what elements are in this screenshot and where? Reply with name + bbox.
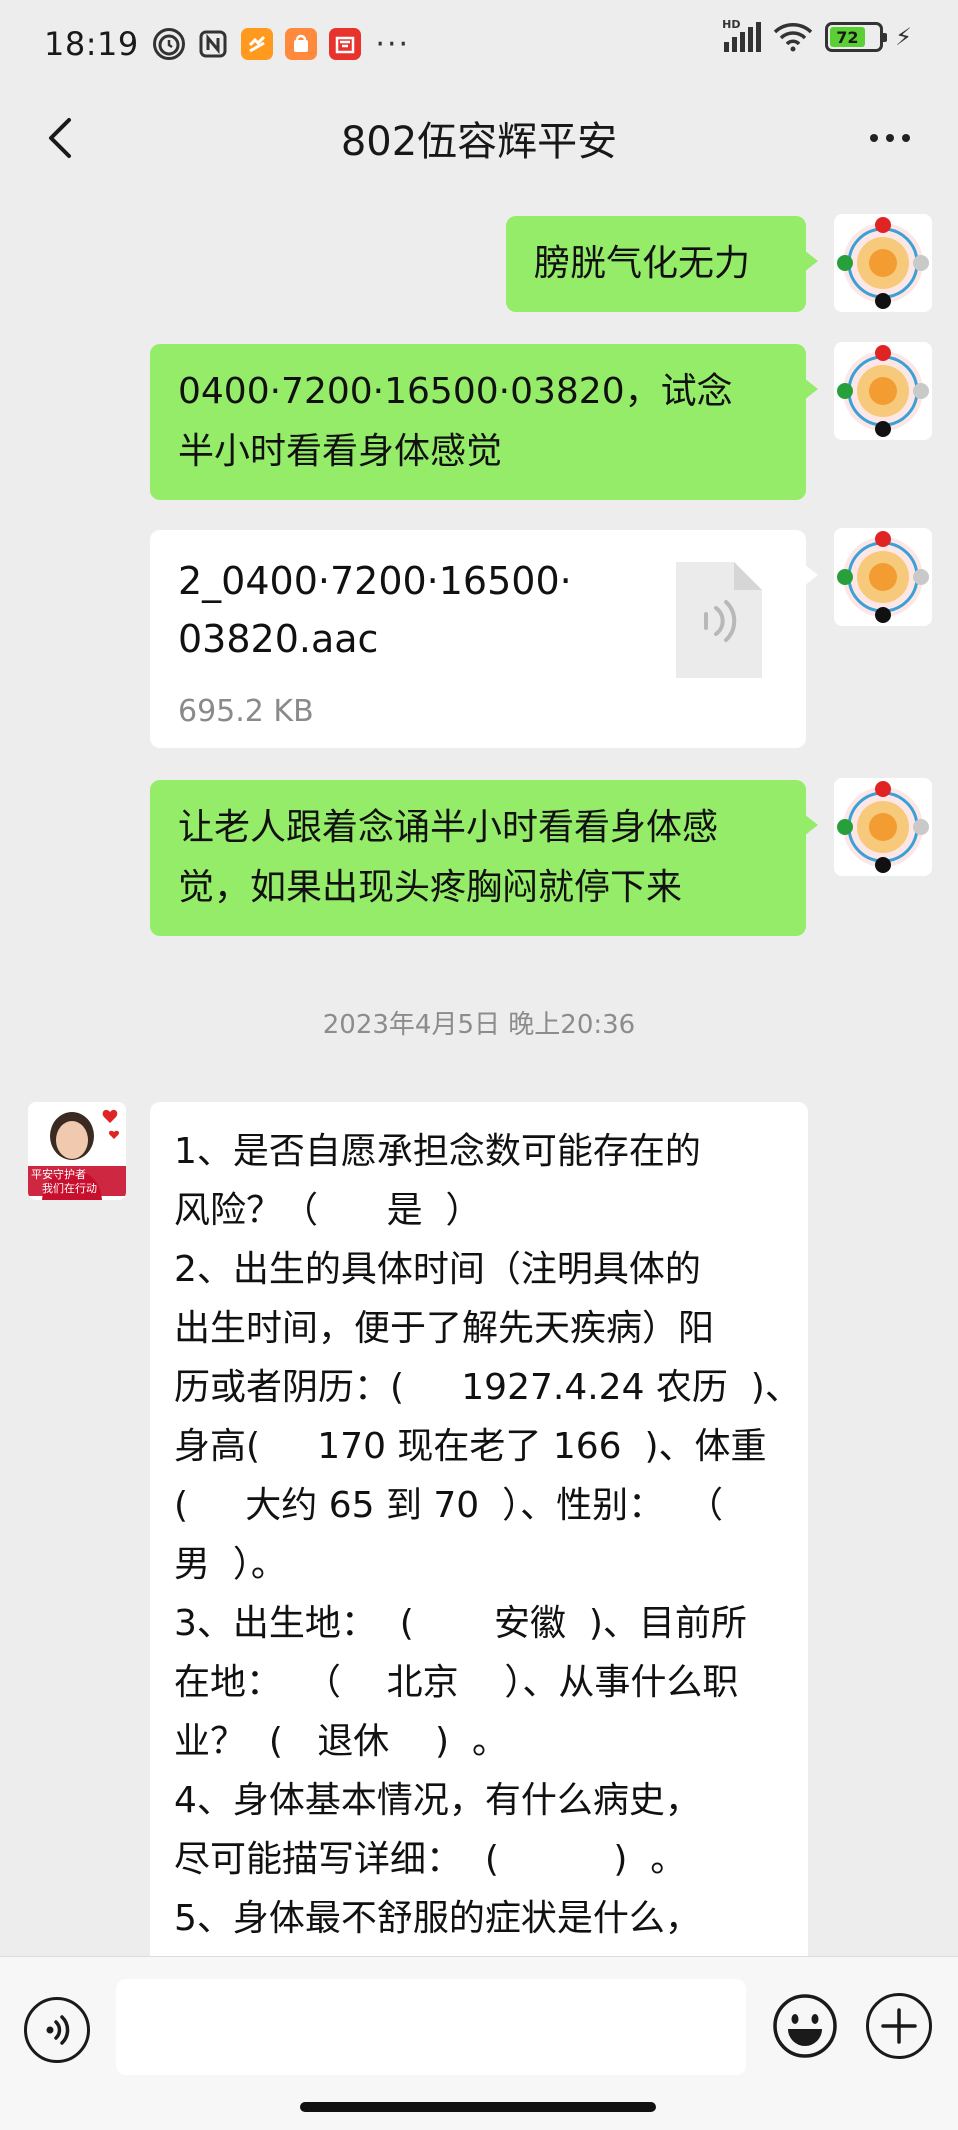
incoming-message-line: 5、身体最不舒服的症状是什么，	[174, 1898, 701, 1939]
voice-input-button[interactable]	[24, 1997, 90, 2063]
store-icon	[328, 28, 361, 60]
message-bubble-outgoing[interactable]: 0400·7200·16500·03820，试念 半小时看看身体感觉	[150, 344, 818, 500]
back-button[interactable]	[36, 114, 84, 162]
incoming-message-line: 2、出生的具体时间（注明具体的	[174, 1249, 701, 1290]
incoming-message-line: 风险？（ 是 ）	[174, 1190, 482, 1231]
emoji-button[interactable]	[772, 1993, 838, 2059]
plus-icon	[881, 2008, 917, 2044]
status-time: 18:19	[44, 25, 139, 63]
message-text: 膀胱气化无力	[534, 243, 751, 284]
file-message-bubble[interactable]: 2_0400·7200·16500· 03820.aac 695.2 KB	[150, 530, 818, 748]
message-line: 半小时看看身体感觉	[178, 431, 503, 472]
avatar-caption-line: 平安守护者	[31, 1167, 86, 1181]
network-type-label: HD	[722, 18, 741, 31]
incoming-message-line: ( 大约 65 到 70 ）、性别： （	[174, 1485, 723, 1526]
my-avatar[interactable]	[834, 528, 932, 626]
incoming-message-line: 3、出生地： ( 安徽 )、目前所	[174, 1603, 747, 1644]
incoming-message-line: 业？ ( 退休 ) 。	[174, 1721, 508, 1762]
status-bar: 18:19 ··· HD 72 ⚡	[0, 0, 958, 88]
message-line: 让老人跟着念诵半小时看看身体感	[178, 807, 719, 848]
battery-icon: 72	[825, 22, 888, 52]
incoming-message-line: 1、是否自愿承担念数可能存在的	[174, 1131, 701, 1172]
battery-level: 72	[830, 27, 865, 47]
message-input[interactable]	[116, 1979, 746, 2075]
more-notifications-icon: ···	[375, 26, 411, 62]
nfc-icon	[197, 28, 229, 60]
more-options-button[interactable]	[860, 118, 920, 158]
contact-avatar[interactable]: 平安守护者 我们在行动	[28, 1102, 126, 1200]
cellular-signal-icon: HD	[722, 18, 762, 52]
chat-header: 802伍容辉平安	[0, 88, 958, 188]
message-line: 0400·7200·16500·03820，试念	[178, 371, 733, 412]
my-avatar[interactable]	[834, 214, 932, 312]
incoming-message-line: 出生时间，便于了解先天疾病）阳	[174, 1308, 715, 1349]
voice-input-icon	[46, 2015, 70, 2045]
incoming-message-line: 尽可能描写详细： ( ) 。	[174, 1839, 687, 1880]
five-elements-diagram-avatar	[837, 345, 929, 437]
taobao-icon	[240, 28, 273, 60]
more-functions-button[interactable]	[866, 1993, 932, 2059]
audio-file-icon	[676, 562, 762, 678]
more-dots-icon	[870, 134, 878, 142]
message-timestamp: 2023年4月5日 晚上20:36	[322, 1010, 636, 1040]
status-left-icons: ···	[152, 26, 413, 62]
my-avatar[interactable]	[834, 778, 932, 876]
message-bubble-incoming[interactable]: 1、是否自愿承担念数可能存在的 风险？（ 是 ） 2、出生的具体时间（注明具体的 出生…	[150, 1102, 808, 2002]
message-bubble-outgoing[interactable]: 让老人跟着念诵半小时看看身体感 觉，如果出现头疼胸闷就停下来	[150, 780, 818, 936]
incoming-message-line: 身高( 170 现在老了 166 )、体重	[174, 1426, 767, 1467]
five-elements-diagram-avatar	[837, 781, 929, 873]
incoming-message-line: 在地： （ 北京 ）、从事什么职	[174, 1662, 739, 1703]
avatar-caption-line: 我们在行动	[42, 1181, 97, 1195]
home-indicator[interactable]	[300, 2102, 656, 2112]
chevron-left-icon	[49, 118, 71, 158]
file-size: 695.2 KB	[178, 694, 314, 729]
incoming-message-line: 4、身体基本情况，有什么病史，	[174, 1780, 701, 1821]
message-line: 觉，如果出现头疼胸闷就停下来	[178, 867, 683, 908]
charging-bolt-icon: ⚡	[895, 23, 912, 51]
emoji-icon	[773, 1994, 837, 2058]
wifi-icon	[773, 23, 813, 52]
contact-photo-avatar: 平安守护者 我们在行动	[28, 1102, 126, 1200]
status-right-icons: HD 72 ⚡	[722, 18, 912, 52]
five-elements-diagram-avatar	[837, 531, 929, 623]
incoming-message-text: 1、是否自愿承担念数可能存在的 风险？（ 是 ） 2、出生的具体时间（注明具体的 出生…	[174, 1122, 801, 1948]
shopping-bag-icon	[284, 28, 317, 60]
chat-title: 802伍容辉平安	[340, 119, 618, 165]
message-bubble-outgoing[interactable]: 膀胱气化无力	[506, 216, 818, 312]
my-avatar[interactable]	[834, 342, 932, 440]
incoming-message-line: 男 ）。	[174, 1544, 287, 1585]
incoming-message-line: 历或者阴历：( 1927.4.24 农历 )、	[174, 1367, 801, 1408]
alarm-clock-icon	[152, 28, 185, 60]
five-elements-diagram-avatar	[837, 217, 929, 309]
